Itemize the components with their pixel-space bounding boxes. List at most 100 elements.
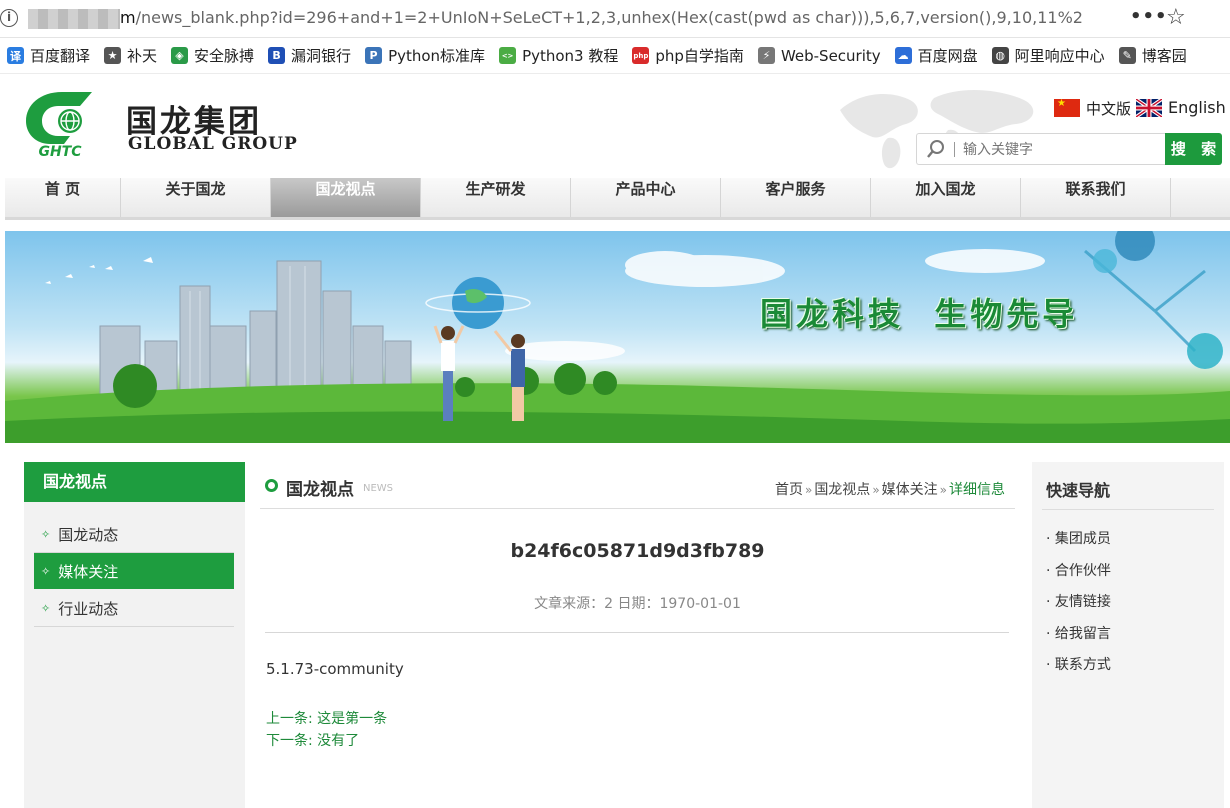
bookmark-item[interactable]: ★ 补天 bbox=[104, 45, 157, 66]
breadcrumb-separator-icon: » bbox=[804, 483, 813, 497]
section-header: 国龙视点 NEWS 首页» 国龙视点» 媒体关注» 详细信息 bbox=[260, 462, 1015, 509]
browser-url-bar[interactable]: i m/news_blank.php?id=296+and+1=2+UnIoN+… bbox=[0, 0, 1230, 38]
redacted-domain bbox=[28, 9, 120, 29]
search-divider bbox=[954, 142, 955, 157]
quick-nav-link[interactable]: · 合作伙伴 bbox=[1046, 560, 1111, 592]
breadcrumb-separator-icon: » bbox=[872, 483, 880, 497]
main-nav: 首 页关于国龙 国龙视点 生产研发 产品中心 客户服务 加入国龙 联系我们 bbox=[5, 178, 1230, 220]
quick-nav-panel: 快速导航 · 集团成员 · 合作伙伴 · 友情链接 · 给我留言 · 联系方式 bbox=[1032, 462, 1224, 808]
search-icon bbox=[927, 140, 944, 158]
globe-icon: ◍ bbox=[991, 47, 1009, 64]
sidebar-item[interactable]: ✧ 国龙动态 bbox=[34, 516, 234, 553]
article-panel: 国龙视点 NEWS 首页» 国龙视点» 媒体关注» 详细信息 b24f6c05871d… bbox=[245, 462, 1030, 808]
blog-icon: ✎ bbox=[1118, 47, 1136, 64]
breadcrumb-link[interactable]: 国龙视点 bbox=[814, 482, 870, 498]
bookmark-item[interactable]: 译百度翻译 bbox=[7, 45, 90, 66]
search-box[interactable] bbox=[916, 133, 1168, 165]
sidebar-item[interactable]: ✧ 媒体关注 bbox=[34, 553, 234, 590]
page-actions-menu-icon[interactable]: ••• bbox=[1130, 6, 1168, 27]
article-body: 5.1.73-community bbox=[266, 660, 404, 678]
php-icon: php bbox=[632, 47, 650, 64]
china-flag-icon[interactable] bbox=[1054, 98, 1080, 117]
sidebar-item-label: 媒体关注 bbox=[58, 562, 119, 581]
search-button[interactable]: 搜 索 bbox=[1165, 133, 1222, 165]
bookmark-label: 补天 bbox=[127, 47, 158, 65]
bookmark-label: 百度网盘 bbox=[917, 47, 978, 65]
url-path: /news_blank.php?id=296+and+1=2+UnIoN+SeL… bbox=[135, 8, 1083, 27]
url-host: m bbox=[120, 8, 136, 27]
breadcrumb-link[interactable]: 首页 bbox=[775, 482, 803, 498]
bookmark-label: 博客园 bbox=[1141, 47, 1187, 65]
bookmark-item[interactable]: ◍ 阿里响应中心 bbox=[991, 45, 1105, 66]
bookmark-label: 百度翻译 bbox=[30, 47, 91, 65]
sidebar-item[interactable]: ✧ 行业动态 bbox=[34, 590, 234, 627]
bookmark-item[interactable]: B 漏洞银行 bbox=[268, 45, 351, 66]
bookmark-item[interactable]: ✎ 博客园 bbox=[1118, 45, 1187, 66]
sidebar-item-label: 行业动态 bbox=[58, 599, 119, 618]
lang-english-link[interactable]: English bbox=[1168, 98, 1226, 117]
star-icon: ★ bbox=[104, 47, 122, 64]
bookmark-item[interactable]: P Python标准库 bbox=[365, 45, 485, 66]
nav-item[interactable]: 生产研发 bbox=[421, 178, 571, 217]
quick-nav-divider bbox=[1042, 509, 1214, 510]
sparkle-bullet-icon: ✧ bbox=[41, 564, 51, 578]
article-divider bbox=[265, 632, 1009, 633]
article-meta: 文章来源：2 日期：1970-01-01 bbox=[534, 596, 741, 612]
uk-flag-icon[interactable] bbox=[1136, 99, 1162, 117]
section-title: 国龙视点 bbox=[286, 480, 354, 500]
bookmark-label: php自学指南 bbox=[655, 47, 744, 65]
breadcrumb: 首页» 国龙视点» 媒体关注» 详细信息 bbox=[775, 479, 1005, 499]
left-sidebar: 国龙视点 ✧ 国龙动态 ✧ 媒体关注 ✧ 行业动态 bbox=[24, 462, 245, 808]
search-input[interactable] bbox=[963, 139, 1163, 161]
code-icon: <> bbox=[499, 47, 517, 64]
next-article-link[interactable]: 下一条: 没有了 bbox=[266, 730, 359, 750]
shield-icon: ◈ bbox=[171, 47, 189, 64]
url-text[interactable]: m/news_blank.php?id=296+and+1=2+UnIoN+Se… bbox=[120, 8, 1085, 27]
nav-item[interactable]: 客户服务 bbox=[721, 178, 871, 217]
nav-item[interactable]: 国龙视点 bbox=[271, 178, 421, 217]
sparkle-bullet-icon: ✧ bbox=[41, 527, 51, 541]
sparkle-bullet-icon: ✧ bbox=[41, 601, 51, 615]
logo-english-name: GLOBAL GROUP bbox=[128, 134, 298, 154]
ghtc-logo-icon[interactable]: GHTC bbox=[22, 88, 98, 160]
quick-nav-link[interactable]: · 集团成员 bbox=[1046, 528, 1111, 560]
quick-nav-link[interactable]: · 联系方式 bbox=[1046, 654, 1111, 686]
bookmark-label: 漏洞银行 bbox=[291, 47, 352, 65]
banner-scene-illustration bbox=[5, 231, 1230, 443]
python-icon: P bbox=[365, 47, 383, 64]
breadcrumb-link[interactable]: 详细信息 bbox=[949, 482, 1005, 498]
bookmark-star-icon[interactable]: ☆ bbox=[1166, 5, 1186, 30]
quick-nav-link[interactable]: · 友情链接 bbox=[1046, 591, 1111, 623]
bookmark-item[interactable]: ⚡ Web-Security bbox=[757, 46, 881, 65]
bookmark-label: Python3 教程 bbox=[522, 47, 619, 65]
nav-item[interactable]: 首 页 bbox=[5, 178, 121, 217]
bookmark-item[interactable]: php php自学指南 bbox=[632, 45, 744, 66]
bookmark-label: Web-Security bbox=[780, 46, 881, 65]
section-bullet-icon bbox=[265, 479, 278, 492]
bank-icon: B bbox=[268, 47, 286, 64]
bookmark-item[interactable]: ☁ 百度网盘 bbox=[894, 45, 978, 66]
bookmark-item[interactable]: <> Python3 教程 bbox=[499, 45, 618, 66]
nav-item[interactable]: 联系我们 bbox=[1021, 178, 1171, 217]
bookmark-label: Python标准库 bbox=[388, 47, 486, 65]
sidebar-title: 国龙视点 bbox=[24, 462, 245, 502]
quick-nav-link[interactable]: · 给我留言 bbox=[1046, 623, 1111, 655]
site-info-icon[interactable]: i bbox=[0, 9, 18, 27]
bookmark-label: 阿里响应中心 bbox=[1014, 47, 1105, 65]
lang-chinese-link[interactable]: 中文版 bbox=[1086, 98, 1131, 119]
quick-nav-list: · 集团成员 · 合作伙伴 · 友情链接 · 给我留言 · 联系方式 bbox=[1046, 528, 1111, 686]
sidebar-menu: ✧ 国龙动态 ✧ 媒体关注 ✧ 行业动态 bbox=[34, 516, 234, 627]
banner-slogan: 国龙科技 生物先导 bbox=[760, 295, 1079, 333]
bookmark-item[interactable]: ◈ 安全脉搏 bbox=[171, 45, 254, 66]
hero-banner: 国龙科技 生物先导 bbox=[5, 231, 1230, 443]
cloud-icon: ☁ bbox=[894, 47, 912, 64]
logo-mark-text: GHTC bbox=[38, 144, 82, 160]
web-icon: ⚡ bbox=[757, 47, 775, 64]
breadcrumb-link[interactable]: 媒体关注 bbox=[882, 482, 938, 498]
sidebar-item-label: 国龙动态 bbox=[58, 525, 119, 544]
site-header: GHTC 国龙集团 GLOBAL GROUP 中文版 English 搜 索 bbox=[0, 74, 1230, 178]
nav-item[interactable]: 关于国龙 bbox=[121, 178, 271, 217]
prev-article-link[interactable]: 上一条: 这是第一条 bbox=[266, 708, 387, 728]
nav-item[interactable]: 产品中心 bbox=[571, 178, 721, 217]
nav-item[interactable]: 加入国龙 bbox=[871, 178, 1021, 217]
